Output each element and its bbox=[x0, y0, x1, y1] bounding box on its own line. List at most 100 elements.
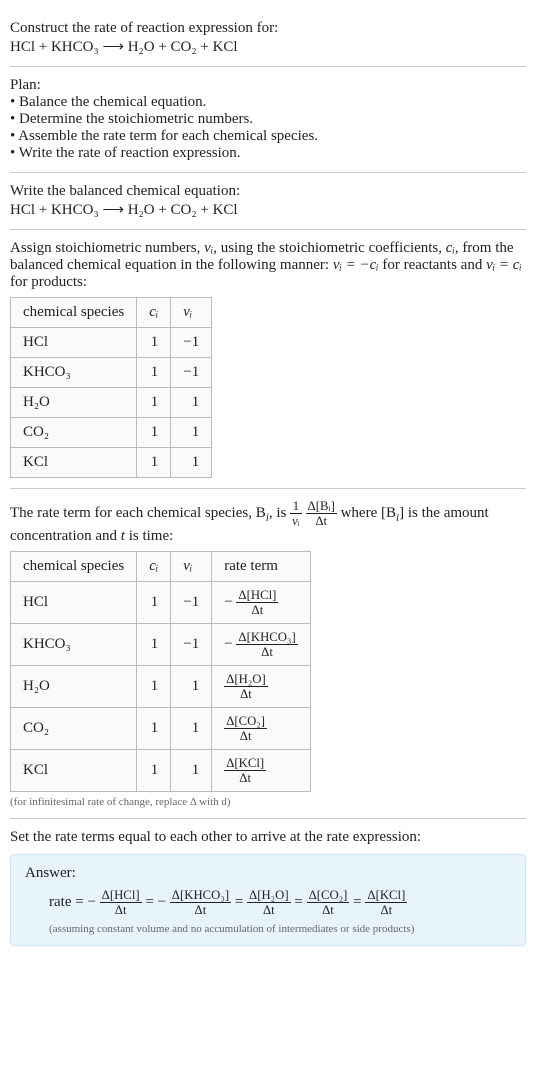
cell-species: HCl bbox=[11, 328, 137, 358]
cell-c: 1 bbox=[137, 418, 171, 448]
frac-bot: Δt bbox=[224, 729, 267, 743]
final-section: Set the rate terms equal to each other t… bbox=[10, 819, 526, 956]
frac-top: Δ[KCl] bbox=[365, 888, 407, 903]
nui-label: νᵢ bbox=[183, 304, 192, 320]
cell-c: 1 bbox=[137, 358, 171, 388]
nu-eq-neg-c: νᵢ = −cᵢ bbox=[333, 257, 379, 273]
cell-nu: 1 bbox=[171, 708, 212, 750]
rt-b: , is bbox=[269, 505, 290, 521]
cell-species: H₂O bbox=[11, 388, 137, 418]
c-i: cᵢ bbox=[446, 240, 455, 256]
rt-frac: Δ[KCl]Δt bbox=[224, 756, 266, 785]
nui-label: νᵢ bbox=[183, 558, 192, 574]
term-frac: Δ[CO₂]Δt bbox=[307, 888, 350, 917]
table-row: KCl 1 1 bbox=[11, 448, 212, 478]
frac-top: Δ[CO₂] bbox=[224, 714, 267, 729]
frac-bot: Δt bbox=[236, 645, 297, 659]
table-row: KHCO₃ 1 −1 − Δ[KHCO₃]Δt bbox=[11, 624, 311, 666]
cell-c: 1 bbox=[137, 328, 171, 358]
cell-c: 1 bbox=[137, 624, 171, 666]
cell-species: H₂O bbox=[11, 666, 137, 708]
frac-bot: Δt bbox=[224, 771, 266, 785]
col-nui: νᵢ bbox=[171, 552, 212, 582]
ci-label: cᵢ bbox=[149, 558, 158, 574]
ci-label: cᵢ bbox=[149, 304, 158, 320]
neg: − bbox=[224, 594, 236, 610]
neg: − bbox=[87, 894, 99, 910]
frac-top: Δ[HCl] bbox=[236, 588, 278, 603]
table-row: HCl 1 −1 bbox=[11, 328, 212, 358]
balanced-reaction: HCl + KHCO₃ ⟶ H₂O + CO₂ + KCl bbox=[10, 200, 526, 219]
col-rate-term: rate term bbox=[212, 552, 310, 582]
cell-species: CO₂ bbox=[11, 418, 137, 448]
rate-term-table: chemical species cᵢ νᵢ rate term HCl 1 −… bbox=[10, 551, 311, 792]
cell-species: KHCO₃ bbox=[11, 358, 137, 388]
cell-nu: 1 bbox=[171, 388, 212, 418]
rate-expression: rate = − Δ[HCl]Δt = − Δ[KHCO₃]Δt = Δ[H₂O… bbox=[49, 888, 511, 917]
answer-disclaimer: (assuming constant volume and no accumul… bbox=[49, 923, 511, 935]
frac-top: Δ[KHCO₃] bbox=[170, 888, 231, 903]
cell-rate-term: Δ[KCl]Δt bbox=[212, 750, 310, 792]
cell-nu: 1 bbox=[171, 666, 212, 708]
rt-frac: Δ[H₂O]Δt bbox=[224, 672, 268, 701]
eq-sep: = bbox=[294, 894, 306, 910]
table-header-row: chemical species cᵢ νᵢ bbox=[11, 298, 212, 328]
infinitesimal-note: (for infinitesimal rate of change, repla… bbox=[10, 796, 526, 808]
balanced-heading: Write the balanced chemical equation: bbox=[10, 183, 526, 200]
cell-species: KCl bbox=[11, 750, 137, 792]
nu-i: νᵢ bbox=[204, 240, 213, 256]
balanced-section: Write the balanced chemical equation: HC… bbox=[10, 173, 526, 230]
frac-top: Δ[Bᵢ] bbox=[306, 499, 337, 514]
term-frac: Δ[H₂O]Δt bbox=[247, 888, 291, 917]
frac-bot: Δt bbox=[236, 603, 278, 617]
text-b: , using the stoichiometric coefficients, bbox=[213, 240, 446, 256]
frac-top: Δ[H₂O] bbox=[247, 888, 291, 903]
cell-c: 1 bbox=[137, 388, 171, 418]
table-row: CO₂ 1 1 bbox=[11, 418, 212, 448]
frac-top: Δ[H₂O] bbox=[224, 672, 268, 687]
frac-bot: Δt bbox=[307, 903, 350, 917]
rate-term-text: The rate term for each chemical species,… bbox=[10, 499, 526, 545]
one-over-nu: 1νᵢ bbox=[290, 499, 302, 528]
cell-c: 1 bbox=[137, 666, 171, 708]
frac-bot: Δt bbox=[224, 687, 268, 701]
col-species: chemical species bbox=[11, 298, 137, 328]
neg: − bbox=[224, 636, 236, 652]
final-heading: Set the rate terms equal to each other t… bbox=[10, 829, 526, 846]
term-frac: Δ[KHCO₃]Δt bbox=[170, 888, 231, 917]
col-ci: cᵢ bbox=[137, 298, 171, 328]
cell-rate-term: Δ[H₂O]Δt bbox=[212, 666, 310, 708]
stoich-text: Assign stoichiometric numbers, νᵢ, using… bbox=[10, 240, 526, 291]
frac-bot: Δt bbox=[247, 903, 291, 917]
eq-sep: = bbox=[145, 894, 157, 910]
rate-term-section: The rate term for each chemical species,… bbox=[10, 489, 526, 819]
cell-rate-term: − Δ[KHCO₃]Δt bbox=[212, 624, 310, 666]
rt-frac: Δ[HCl]Δt bbox=[236, 588, 278, 617]
cell-rate-term: − Δ[HCl]Δt bbox=[212, 582, 310, 624]
rt-frac: Δ[KHCO₃]Δt bbox=[236, 630, 297, 659]
frac-bot: Δt bbox=[100, 903, 142, 917]
cell-nu: −1 bbox=[171, 328, 212, 358]
table-row: CO₂ 1 1 Δ[CO₂]Δt bbox=[11, 708, 311, 750]
answer-label: Answer: bbox=[25, 865, 511, 882]
cell-species: KHCO₃ bbox=[11, 624, 137, 666]
cell-c: 1 bbox=[137, 750, 171, 792]
nu-eq-c: νᵢ = cᵢ bbox=[486, 257, 522, 273]
rt-c: where [B bbox=[341, 505, 396, 521]
term-frac: Δ[HCl]Δt bbox=[100, 888, 142, 917]
cell-nu: −1 bbox=[171, 358, 212, 388]
nu-i-bot: νᵢ bbox=[292, 514, 300, 528]
rate-prefix: rate = bbox=[49, 894, 87, 910]
frac-top: Δ[CO₂] bbox=[307, 888, 350, 903]
table-row: H₂O 1 1 bbox=[11, 388, 212, 418]
term-frac: Δ[KCl]Δt bbox=[365, 888, 407, 917]
eq-sep: = bbox=[353, 894, 365, 910]
table-row: KCl 1 1 Δ[KCl]Δt bbox=[11, 750, 311, 792]
cell-c: 1 bbox=[137, 448, 171, 478]
table-row: KHCO₃ 1 −1 bbox=[11, 358, 212, 388]
cell-species: KCl bbox=[11, 448, 137, 478]
plan-item: • Assemble the rate term for each chemic… bbox=[10, 128, 526, 145]
plan-heading: Plan: bbox=[10, 77, 526, 94]
frac-bot: νᵢ bbox=[290, 514, 302, 528]
frac-top: 1 bbox=[290, 499, 302, 514]
